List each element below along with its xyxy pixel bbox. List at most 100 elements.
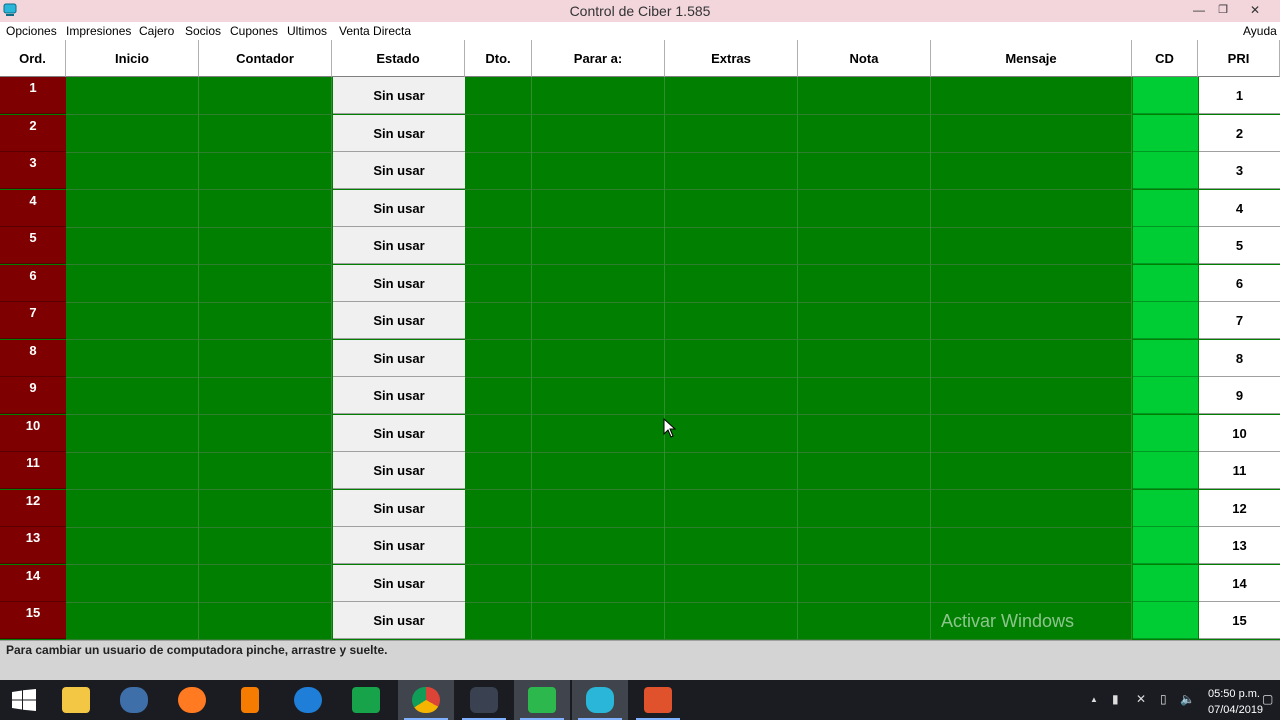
cell-inicio[interactable] bbox=[66, 527, 199, 565]
cell-pri[interactable]: 14 bbox=[1199, 564, 1280, 602]
cell-cd[interactable] bbox=[1133, 452, 1198, 489]
table-row[interactable]: 8 Sin usar 8 bbox=[0, 339, 1280, 378]
header-col-nota[interactable]: Nota bbox=[798, 40, 931, 77]
cell-nota[interactable] bbox=[798, 527, 931, 565]
cell-estado[interactable]: Sin usar bbox=[333, 302, 465, 339]
clock-date[interactable]: 07/04/2019 bbox=[1208, 704, 1263, 716]
cell-mensaje[interactable] bbox=[931, 302, 1132, 340]
table-row[interactable]: 11 Sin usar 11 bbox=[0, 452, 1280, 490]
header-col-mensaje[interactable]: Mensaje bbox=[931, 40, 1132, 77]
cell-pri[interactable]: 3 bbox=[1199, 152, 1280, 189]
cell-parar-a[interactable] bbox=[532, 114, 665, 153]
cell-estado[interactable]: Sin usar bbox=[333, 489, 465, 527]
cell-nota[interactable] bbox=[798, 414, 931, 453]
row-ord[interactable]: 6 bbox=[0, 264, 66, 302]
row-ord[interactable]: 4 bbox=[0, 189, 66, 227]
cell-extras[interactable] bbox=[665, 527, 798, 565]
cell-cd[interactable] bbox=[1133, 77, 1198, 114]
menu-venta-directa[interactable]: Venta Directa bbox=[339, 24, 411, 38]
tray-signal-icon[interactable]: ▮ bbox=[1112, 692, 1119, 706]
maximize-button[interactable]: ❐ bbox=[1206, 0, 1240, 22]
cell-inicio[interactable] bbox=[66, 564, 199, 603]
taskbar-postgresql[interactable] bbox=[106, 680, 162, 720]
header-col-parar-a[interactable]: Parar a: bbox=[532, 40, 665, 77]
table-row[interactable]: 7 Sin usar 7 bbox=[0, 302, 1280, 340]
cell-nota[interactable] bbox=[798, 227, 931, 265]
cell-contador[interactable] bbox=[199, 452, 332, 490]
cell-inicio[interactable] bbox=[66, 377, 199, 415]
cell-extras[interactable] bbox=[665, 414, 798, 453]
cell-pri[interactable]: 13 bbox=[1199, 527, 1280, 564]
row-ord[interactable]: 9 bbox=[0, 377, 66, 414]
header-col-inicio[interactable]: Inicio bbox=[66, 40, 199, 77]
cell-contador[interactable] bbox=[199, 564, 332, 603]
cell-cd[interactable] bbox=[1133, 489, 1198, 527]
cell-estado[interactable]: Sin usar bbox=[333, 377, 465, 414]
cell-dto[interactable] bbox=[465, 339, 532, 378]
cell-nota[interactable] bbox=[798, 189, 931, 228]
cell-cd[interactable] bbox=[1133, 414, 1198, 452]
header-col-contador[interactable]: Contador bbox=[199, 40, 332, 77]
cell-parar-a[interactable] bbox=[532, 189, 665, 228]
taskbar-firefox[interactable] bbox=[164, 680, 220, 720]
cell-nota[interactable] bbox=[798, 152, 931, 190]
cell-estado[interactable]: Sin usar bbox=[333, 189, 465, 227]
cell-pri[interactable]: 8 bbox=[1199, 339, 1280, 377]
cell-parar-a[interactable] bbox=[532, 377, 665, 415]
menu-opciones[interactable]: Opciones bbox=[6, 24, 57, 38]
table-row[interactable]: 14 Sin usar 14 bbox=[0, 564, 1280, 603]
cell-pri[interactable]: 7 bbox=[1199, 302, 1280, 339]
cell-mensaje[interactable] bbox=[931, 414, 1132, 453]
cell-contador[interactable] bbox=[199, 377, 332, 415]
table-row[interactable]: 1 Sin usar 1 bbox=[0, 77, 1280, 115]
cell-inicio[interactable] bbox=[66, 264, 199, 303]
taskbar-control-de-ciber[interactable] bbox=[572, 680, 628, 720]
row-ord[interactable]: 7 bbox=[0, 302, 66, 339]
cell-parar-a[interactable] bbox=[532, 564, 665, 603]
row-ord[interactable]: 14 bbox=[0, 564, 66, 602]
cell-dto[interactable] bbox=[465, 189, 532, 228]
header-col-dto[interactable]: Dto. bbox=[465, 40, 532, 77]
cell-nota[interactable] bbox=[798, 452, 931, 490]
cell-parar-a[interactable] bbox=[532, 339, 665, 378]
cell-mensaje[interactable] bbox=[931, 152, 1132, 190]
cell-cd[interactable] bbox=[1133, 602, 1198, 639]
cell-extras[interactable] bbox=[665, 114, 798, 153]
row-ord[interactable]: 12 bbox=[0, 489, 66, 527]
tray-battery-icon[interactable]: ▯ bbox=[1160, 692, 1167, 706]
cell-estado[interactable]: Sin usar bbox=[333, 564, 465, 602]
cell-nota[interactable] bbox=[798, 77, 931, 115]
taskbar-chrome[interactable] bbox=[398, 680, 454, 720]
cell-contador[interactable] bbox=[199, 77, 332, 115]
table-row[interactable]: 10 Sin usar 10 bbox=[0, 414, 1280, 453]
cell-contador[interactable] bbox=[199, 602, 332, 640]
cell-extras[interactable] bbox=[665, 227, 798, 265]
row-ord[interactable]: 15 bbox=[0, 602, 66, 639]
cell-estado[interactable]: Sin usar bbox=[333, 264, 465, 302]
tray-volume-icon[interactable]: 🔈 bbox=[1180, 692, 1195, 706]
cell-mensaje[interactable] bbox=[931, 564, 1132, 603]
cell-contador[interactable] bbox=[199, 227, 332, 265]
cell-dto[interactable] bbox=[465, 414, 532, 453]
cell-inicio[interactable] bbox=[66, 302, 199, 340]
cell-dto[interactable] bbox=[465, 152, 532, 190]
row-ord[interactable]: 10 bbox=[0, 414, 66, 452]
cell-pri[interactable]: 15 bbox=[1199, 602, 1280, 639]
cell-cd[interactable] bbox=[1133, 189, 1198, 227]
cell-pri[interactable]: 5 bbox=[1199, 227, 1280, 264]
cell-inicio[interactable] bbox=[66, 114, 199, 153]
cell-mensaje[interactable] bbox=[931, 527, 1132, 565]
close-button[interactable]: ✕ bbox=[1238, 0, 1272, 22]
cell-contador[interactable] bbox=[199, 489, 332, 528]
table-row[interactable]: 5 Sin usar 5 bbox=[0, 227, 1280, 265]
cell-extras[interactable] bbox=[665, 77, 798, 115]
cell-inicio[interactable] bbox=[66, 77, 199, 115]
cell-mensaje[interactable] bbox=[931, 114, 1132, 153]
cell-contador[interactable] bbox=[199, 264, 332, 303]
cell-dto[interactable] bbox=[465, 114, 532, 153]
cell-parar-a[interactable] bbox=[532, 264, 665, 303]
cell-nota[interactable] bbox=[798, 564, 931, 603]
tray-network-icon[interactable]: ✕ bbox=[1136, 692, 1146, 706]
row-ord[interactable]: 5 bbox=[0, 227, 66, 264]
cell-contador[interactable] bbox=[199, 114, 332, 153]
